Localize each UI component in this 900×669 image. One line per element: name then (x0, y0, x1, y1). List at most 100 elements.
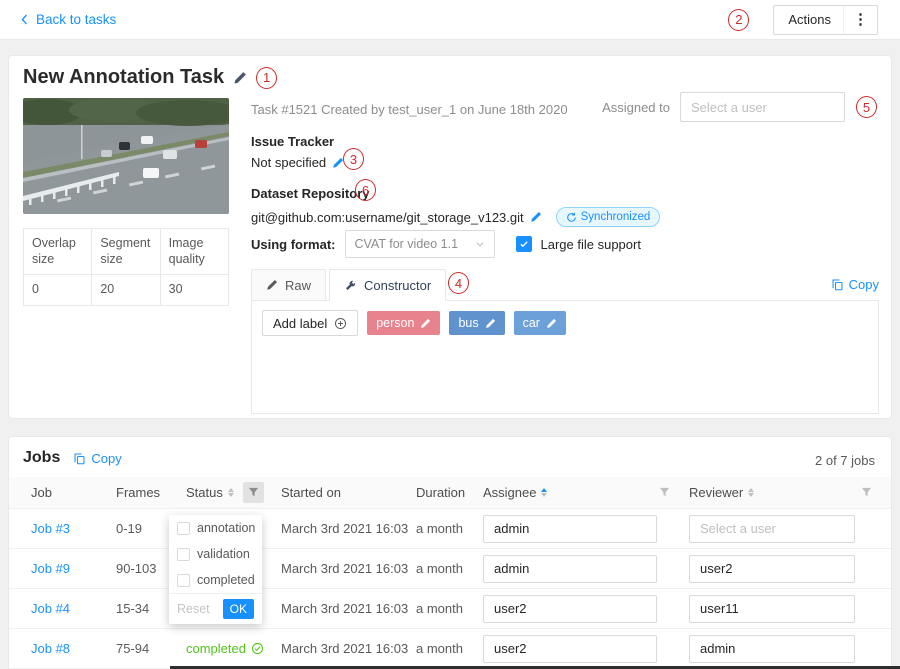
label-tag-car[interactable]: car (514, 311, 566, 335)
job-started: March 3rd 2021 16:03 (281, 561, 416, 576)
reviewer-sorter[interactable] (748, 488, 754, 497)
sync-icon (566, 212, 577, 223)
callout-badge-2: 2 (728, 9, 749, 31)
assigned-to-label: Assigned to (602, 100, 670, 115)
job-row: Job #8 75-94 completed March 3rd 2021 16… (9, 629, 891, 669)
tab-constructor[interactable]: Constructor (329, 269, 446, 301)
format-select[interactable]: CVAT for video 1.1 (345, 230, 495, 258)
job-reviewer-input[interactable] (689, 555, 855, 583)
job-reviewer-input[interactable] (689, 515, 855, 543)
filter-reset-button[interactable]: Reset (177, 602, 210, 616)
callout-badge-3: 3 (343, 148, 364, 170)
back-to-tasks-link[interactable]: Back to tasks (18, 12, 116, 27)
edit-repository-icon[interactable] (530, 211, 542, 223)
large-file-support-checkbox[interactable] (516, 236, 532, 252)
job-link[interactable]: Job #8 (31, 641, 70, 656)
job-status: completed (186, 641, 281, 656)
job-link[interactable]: Job #4 (31, 601, 70, 616)
label-tag-bus[interactable]: bus (449, 311, 504, 335)
col-job: Job (31, 485, 52, 500)
label-tag-person-name: person (376, 316, 414, 330)
filter-option-label: validation (197, 547, 250, 561)
jobs-copy-label: Copy (91, 451, 121, 466)
status-check-circle-icon (251, 642, 264, 655)
tab-raw[interactable]: Raw (251, 269, 326, 301)
label-tag-person[interactable]: person (367, 311, 440, 335)
actions-label: Actions (774, 12, 843, 27)
filter-ok-button[interactable]: OK (223, 599, 254, 619)
jobs-card: Jobs Copy 2 of 7 jobs Job Frames Status … (8, 436, 892, 669)
checkbox-icon[interactable] (177, 548, 190, 561)
jobs-copy-link[interactable]: Copy (73, 451, 121, 466)
job-started: March 3rd 2021 16:03 (281, 521, 416, 536)
copy-icon (73, 452, 86, 465)
pencil-icon (266, 279, 278, 291)
checkbox-icon[interactable] (177, 522, 190, 535)
filter-option-validation[interactable]: validation (169, 541, 262, 567)
filter-option-annotation[interactable]: annotation (169, 515, 262, 541)
edit-label-icon[interactable] (546, 318, 557, 329)
tool-icon (344, 279, 357, 292)
param-header-overlap: Overlap size (24, 229, 92, 275)
status-sorter[interactable] (228, 488, 234, 497)
labels-copy-link[interactable]: Copy (831, 277, 879, 292)
check-icon (519, 239, 529, 249)
add-label-button[interactable]: Add label (262, 310, 358, 336)
filter-option-label: completed (197, 573, 255, 587)
assignee-select-input[interactable] (680, 92, 845, 122)
using-format-label: Using format: (251, 237, 336, 252)
checkbox-icon[interactable] (177, 574, 190, 587)
edit-title-icon[interactable] (233, 71, 247, 85)
filter-option-label: annotation (197, 521, 255, 535)
dataset-repository-url: git@github.com:username/git_storage_v123… (251, 210, 524, 225)
more-icon: ⋮ (843, 6, 877, 34)
job-frames: 75-94 (116, 641, 186, 656)
assignee-filter-button[interactable] (654, 482, 675, 503)
label-constructor-area: Add label person bus car (251, 301, 879, 414)
param-value-quality: 30 (160, 275, 228, 306)
cvat-task-page: Back to tasks 2 Actions ⋮ New Annotation… (0, 0, 900, 669)
col-reviewer: Reviewer (689, 485, 743, 500)
job-duration: a month (416, 601, 483, 616)
job-assignee-input[interactable] (483, 555, 657, 583)
back-to-tasks-label: Back to tasks (36, 12, 116, 27)
large-file-support-label: Large file support (541, 237, 641, 252)
callout-badge-1: 1 (256, 67, 277, 89)
job-link[interactable]: Job #9 (31, 561, 70, 576)
add-label-text: Add label (273, 316, 327, 331)
job-assignee-input[interactable] (483, 635, 657, 663)
issue-tracker-label: Issue Tracker (251, 134, 334, 149)
chevron-down-icon (475, 239, 485, 249)
edit-label-icon[interactable] (420, 318, 431, 329)
jobs-title: Jobs (23, 449, 60, 467)
job-link[interactable]: Job #3 (31, 521, 70, 536)
actions-button[interactable]: Actions ⋮ (773, 5, 878, 35)
label-tag-car-name: car (523, 316, 540, 330)
param-value-segment: 20 (92, 275, 160, 306)
status-filter-button[interactable] (243, 482, 264, 503)
param-header-segment: Segment size (92, 229, 160, 275)
format-select-value: CVAT for video 1.1 (355, 237, 459, 251)
issue-tracker-value: Not specified (251, 155, 326, 170)
jobs-count: 2 of 7 jobs (815, 453, 875, 468)
job-reviewer-input[interactable] (689, 595, 855, 623)
filter-icon (248, 487, 259, 498)
job-assignee-input[interactable] (483, 515, 657, 543)
param-value-overlap: 0 (24, 275, 92, 306)
edit-label-icon[interactable] (485, 318, 496, 329)
callout-badge-6: 6 (355, 179, 376, 201)
job-reviewer-input[interactable] (689, 635, 855, 663)
job-started: March 3rd 2021 16:03 (281, 641, 416, 656)
dataset-repository-label: Dataset Repository (251, 186, 369, 201)
job-assignee-input[interactable] (483, 595, 657, 623)
job-row: Job #3 0-19 March 3rd 2021 16:03 a month (9, 509, 891, 549)
job-started: March 3rd 2021 16:03 (281, 601, 416, 616)
tab-constructor-label: Constructor (364, 278, 431, 293)
filter-option-completed[interactable]: completed (169, 567, 262, 593)
chevron-left-icon (18, 13, 31, 26)
task-title: New Annotation Task (23, 66, 224, 89)
param-header-quality: Image quality (160, 229, 228, 275)
reviewer-filter-button[interactable] (856, 482, 877, 503)
jobs-table: Job Frames Status Started on Duration As… (9, 477, 891, 669)
assignee-sorter[interactable] (541, 488, 547, 497)
